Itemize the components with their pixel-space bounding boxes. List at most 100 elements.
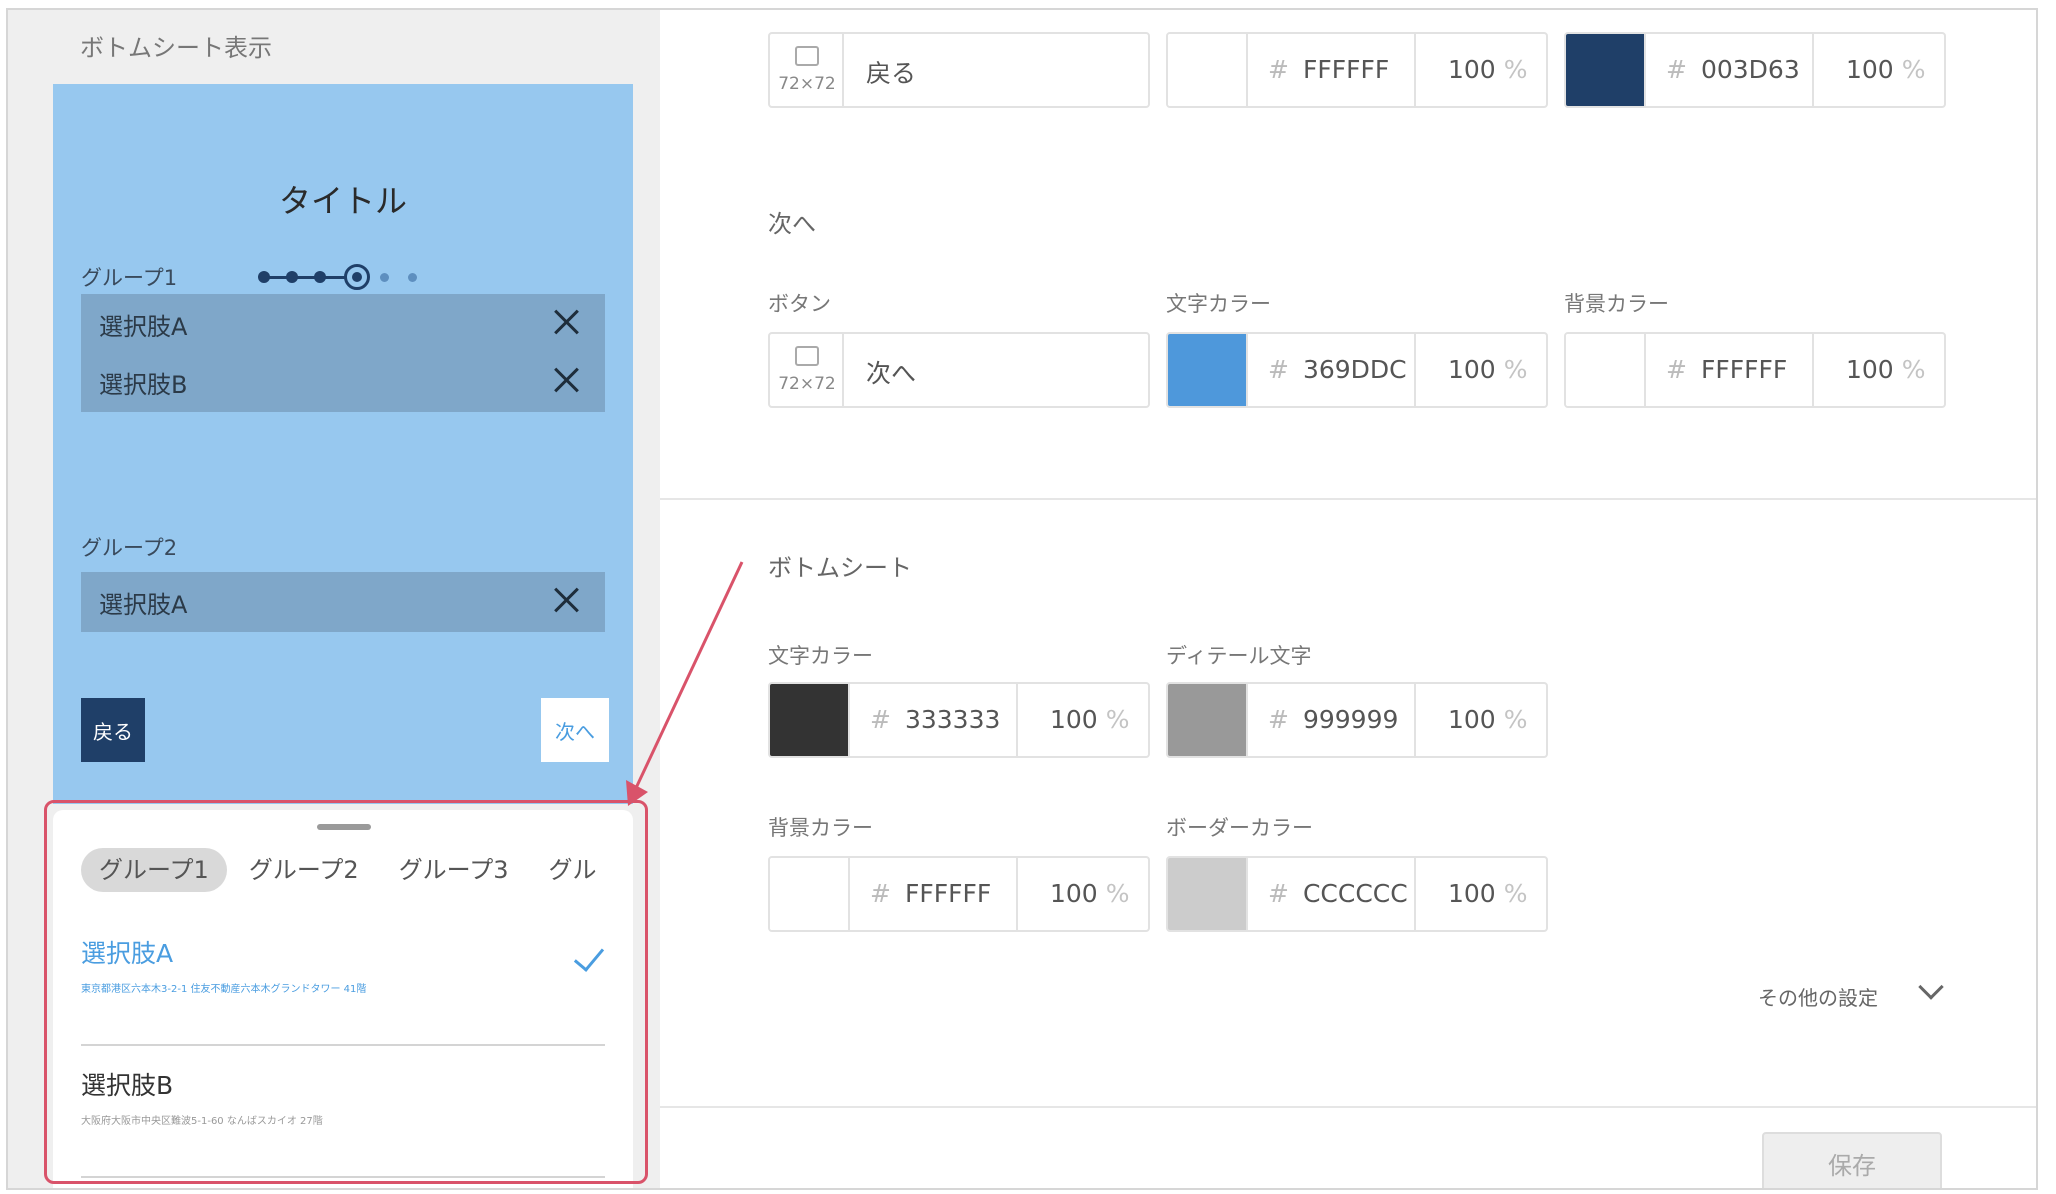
image-placeholder-icon	[795, 46, 819, 66]
button-text-value[interactable]: 次へ	[866, 354, 916, 390]
button-text-value[interactable]: 戻る	[866, 54, 916, 90]
hex-input[interactable]: # FFFFFF	[1646, 334, 1814, 406]
tab-group4[interactable]: グル	[531, 848, 615, 892]
color-swatch[interactable]	[1168, 684, 1248, 756]
app-frame: ボトムシート表示 タイトル グループ1 選択肢A 選択肢B グループ2 選択肢A…	[6, 8, 2038, 1190]
color-swatch[interactable]	[1566, 334, 1646, 406]
field-label-text-color: 文字カラー	[768, 644, 873, 668]
selected-chip[interactable]: 選択肢A	[81, 294, 605, 354]
hex-input[interactable]: #369DDC	[1248, 334, 1416, 406]
hash-symbol: #	[1666, 355, 1687, 384]
chip-label: 選択肢B	[99, 370, 188, 399]
percent-symbol: %	[1503, 705, 1528, 734]
hash-symbol: #	[1268, 705, 1289, 734]
hash-symbol: #	[1666, 55, 1687, 84]
sheet-tabs: グループ1 グループ2 グループ3 グル	[81, 848, 621, 892]
opacity-input[interactable]: 100%	[1418, 684, 1546, 756]
hex-value: FFFFFF	[1302, 55, 1390, 84]
hex-value: CCCCCC	[1302, 879, 1408, 908]
close-icon[interactable]	[551, 584, 583, 616]
opacity-value: 100	[1050, 879, 1098, 908]
selected-chip[interactable]: 選択肢A	[81, 572, 605, 632]
image-thumbnail[interactable]: 72×72	[770, 334, 844, 406]
section-title-next: 次へ	[768, 210, 816, 238]
back-button-image-field[interactable]: 72×72 戻る	[768, 32, 1150, 108]
color-swatch[interactable]	[770, 684, 850, 756]
more-settings-toggle[interactable]: その他の設定	[1758, 982, 1878, 1011]
percent-symbol: %	[1503, 55, 1528, 84]
settings-panel: 72×72 戻る # FFFFFF 100% #003D63 100% 次へ ボタ…	[660, 10, 2036, 1188]
step-dot-upcoming	[408, 273, 417, 282]
opacity-value: 100	[1448, 355, 1496, 384]
back-bg-color-field[interactable]: #003D63 100%	[1564, 32, 1946, 108]
sheet-option[interactable]: 選択肢A 東京都港区六本木3-2-1 住友不動産六本木グランドタワー 41階	[81, 934, 605, 1046]
option-subtitle: 東京都港区六本木3-2-1 住友不動産六本木グランドタワー 41階	[81, 984, 367, 995]
next-button-image-field[interactable]: 72×72 次へ	[768, 332, 1150, 408]
hex-input[interactable]: # FFFFFF	[1248, 34, 1416, 106]
field-label-bg-color: 背景カラー	[1564, 292, 1669, 316]
color-swatch[interactable]	[1168, 858, 1248, 930]
chevron-down-icon[interactable]	[1918, 974, 1944, 1000]
close-icon[interactable]	[551, 306, 583, 338]
opacity-input[interactable]: 100%	[1816, 34, 1944, 106]
hash-symbol: #	[1268, 355, 1289, 384]
group-label-1: グループ1	[81, 266, 178, 290]
hex-value: 003D63	[1700, 55, 1800, 84]
image-thumbnail[interactable]: 72×72	[770, 34, 844, 106]
color-swatch[interactable]	[1566, 34, 1646, 106]
screen-title: タイトル	[278, 182, 407, 220]
save-button[interactable]: 保存	[1762, 1132, 1942, 1188]
hex-input[interactable]: # CCCCCC	[1248, 858, 1416, 930]
sheet-drag-handle[interactable]	[317, 824, 371, 830]
opacity-input[interactable]: 100%	[1418, 334, 1546, 406]
sheet-border-color-field[interactable]: # CCCCCC 100%	[1166, 856, 1548, 932]
field-label-detail-text: ディテール文字	[1166, 644, 1312, 668]
opacity-input[interactable]: 100%	[1418, 34, 1546, 106]
preview-panel: ボトムシート表示 タイトル グループ1 選択肢A 選択肢B グループ2 選択肢A…	[8, 10, 660, 1188]
back-text-color-field[interactable]: # FFFFFF 100%	[1166, 32, 1548, 108]
stepper-line	[264, 276, 352, 279]
opacity-input[interactable]: 100%	[1418, 858, 1546, 930]
opacity-value: 100	[1846, 355, 1894, 384]
sheet-option[interactable]: 選択肢B 大阪府大阪市中央区難波5-1-60 なんばスカイオ 27階	[81, 1066, 605, 1178]
back-button[interactable]: 戻る	[81, 698, 145, 762]
color-swatch[interactable]	[770, 858, 850, 930]
preview-screen: タイトル グループ1 選択肢A 選択肢B グループ2 選択肢A 戻る 次へ	[53, 84, 633, 804]
hex-value: FFFFFF	[904, 879, 992, 908]
color-swatch[interactable]	[1168, 334, 1248, 406]
hex-input[interactable]: #003D63	[1646, 34, 1814, 106]
hash-symbol: #	[1268, 879, 1289, 908]
tab-group1[interactable]: グループ1	[81, 848, 227, 892]
percent-symbol: %	[1105, 705, 1130, 734]
bottom-sheet: グループ1 グループ2 グループ3 グル 選択肢A 東京都港区六本木3-2-1 住友不…	[53, 810, 633, 1188]
hex-input[interactable]: #333333	[850, 684, 1018, 756]
tab-group3[interactable]: グループ3	[381, 848, 527, 892]
hex-input[interactable]: # FFFFFF	[850, 858, 1018, 930]
sheet-detail-color-field[interactable]: #999999 100%	[1166, 682, 1548, 758]
sheet-text-color-field[interactable]: #333333 100%	[768, 682, 1150, 758]
opacity-value: 100	[1448, 705, 1496, 734]
next-button[interactable]: 次へ	[541, 698, 609, 762]
close-icon[interactable]	[551, 364, 583, 396]
next-text-color-field[interactable]: #369DDC 100%	[1166, 332, 1548, 408]
opacity-input[interactable]: 100%	[1020, 684, 1148, 756]
sheet-bg-color-field[interactable]: # FFFFFF 100%	[768, 856, 1150, 932]
opacity-value: 100	[1448, 879, 1496, 908]
opacity-input[interactable]: 100%	[1020, 858, 1148, 930]
footer-divider	[660, 1106, 2036, 1108]
step-dot-completed	[314, 271, 326, 283]
chip-label: 選択肢A	[99, 312, 188, 341]
chip-label: 選択肢A	[99, 590, 188, 619]
color-swatch[interactable]	[1168, 34, 1248, 106]
opacity-input[interactable]: 100%	[1816, 334, 1944, 406]
percent-symbol: %	[1105, 879, 1130, 908]
image-size: 72×72	[778, 74, 836, 94]
section-title-bottom-sheet: ボトムシート	[768, 554, 912, 582]
field-label-text-color: 文字カラー	[1166, 292, 1271, 316]
next-bg-color-field[interactable]: # FFFFFF 100%	[1564, 332, 1946, 408]
step-dot-upcoming	[380, 273, 389, 282]
hash-symbol: #	[1268, 55, 1289, 84]
tab-group2[interactable]: グループ2	[231, 848, 377, 892]
hex-input[interactable]: #999999	[1248, 684, 1416, 756]
selected-chip[interactable]: 選択肢B	[81, 352, 605, 412]
